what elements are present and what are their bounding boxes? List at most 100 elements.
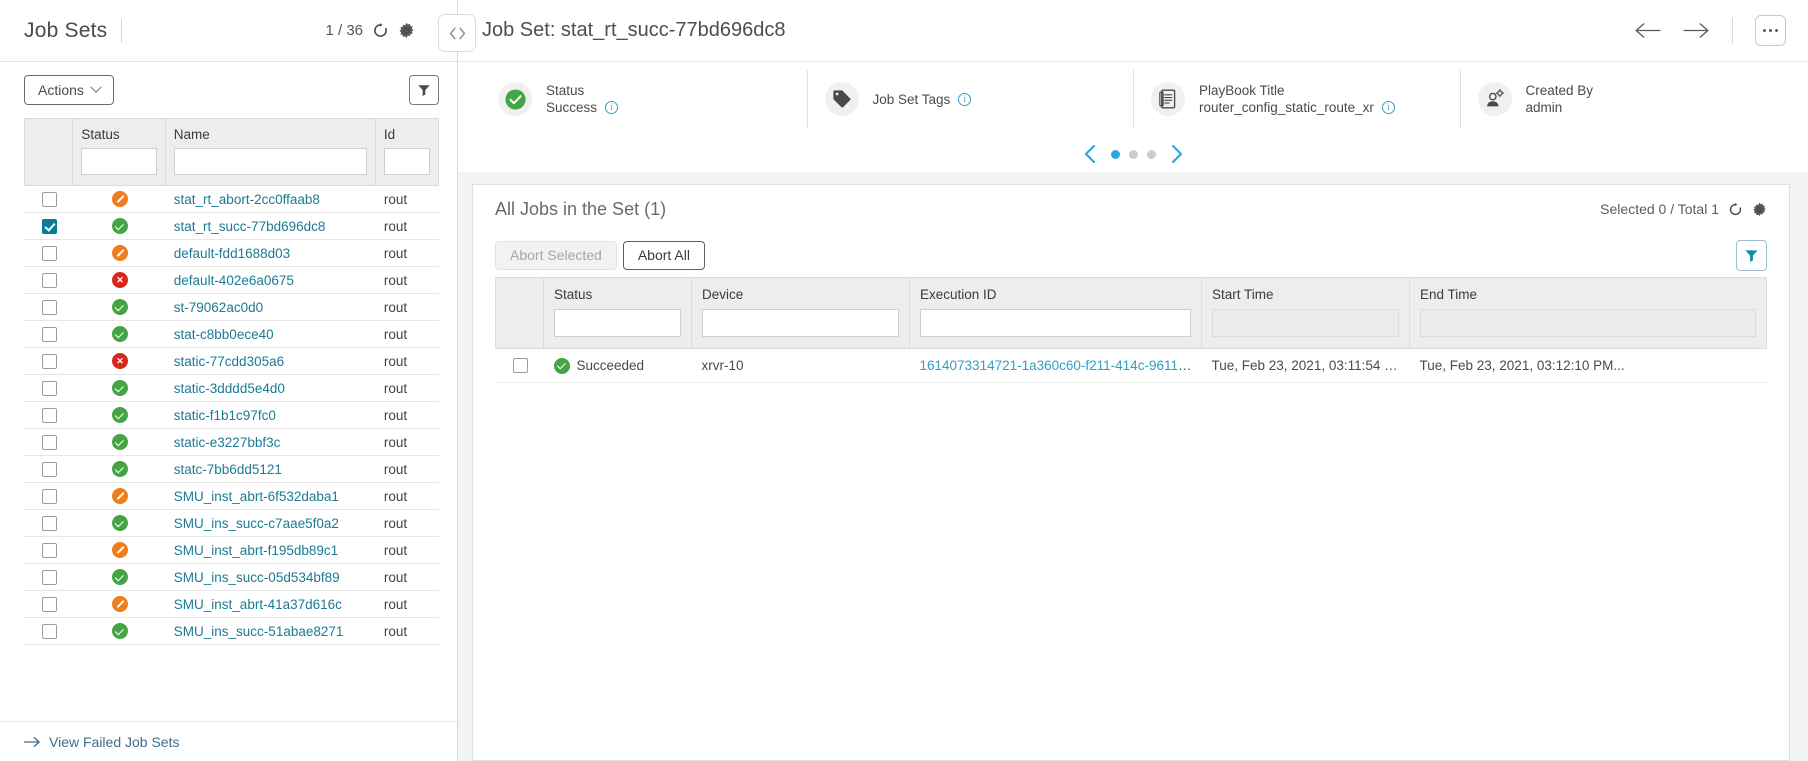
job-set-link[interactable]: SMU_ins_succ-05d534bf89 [174,570,340,585]
row-checkbox-cell[interactable] [23,185,73,213]
view-failed-job-sets-link[interactable]: View Failed Job Sets [49,734,179,750]
gear-icon[interactable] [398,22,415,39]
table-row[interactable]: SMU_ins_succ-c7aae5f0a2 rout [23,509,439,537]
table-row[interactable]: statc-7bb6dd5121 rout [23,455,439,483]
arrow-right-icon[interactable] [1683,22,1710,39]
row-name-cell[interactable]: static-3dddd5e4d0 [164,374,376,402]
row-checkbox[interactable] [42,434,58,450]
row-checkbox[interactable] [42,596,58,612]
table-row[interactable]: st-79062ac0d0 rout [23,293,439,321]
more-options-icon[interactable] [1755,15,1786,46]
job-row-checkbox[interactable] [513,358,528,374]
table-row[interactable]: default-402e6a0675 rout [23,266,439,294]
execution-id-link[interactable]: 1614073314721-1a360c60-f211-414c-9611-6f [920,358,1194,373]
job-set-link[interactable]: SMU_inst_abrt-41a37d616c [174,597,342,612]
row-checkbox-cell[interactable] [23,293,73,321]
row-name-cell[interactable]: stat-c8bb0ece40 [164,320,376,348]
collapse-panel-icon[interactable] [438,14,476,52]
row-checkbox-cell[interactable] [23,320,73,348]
jobs-end-time-filter-input[interactable] [1420,309,1756,337]
row-checkbox[interactable] [42,569,58,585]
job-set-link[interactable]: static-f1b1c97fc0 [174,408,276,423]
table-row[interactable]: static-e3227bbf3c rout [23,428,439,456]
arrow-left-icon[interactable] [1634,22,1661,39]
row-checkbox[interactable] [42,488,58,504]
job-set-link[interactable]: static-77cdd305a6 [174,354,284,369]
table-row[interactable]: SMU_inst_abrt-41a37d616c rout [23,590,439,618]
row-checkbox[interactable] [42,299,58,315]
row-checkbox-cell[interactable] [23,455,73,483]
row-checkbox[interactable] [42,542,58,558]
row-checkbox-cell[interactable] [23,563,73,591]
row-name-cell[interactable]: static-e3227bbf3c [164,428,376,456]
row-checkbox-cell[interactable] [23,374,73,402]
job-sets-filter-button[interactable] [409,75,439,105]
jobs-filter-button[interactable] [1736,239,1767,271]
row-checkbox-cell[interactable] [23,590,73,618]
jobs-device-filter-input[interactable] [702,309,899,337]
table-row[interactable]: static-77cdd305a6 rout [23,347,439,375]
row-name-cell[interactable]: SMU_ins_succ-c7aae5f0a2 [164,509,376,537]
row-name-cell[interactable]: default-402e6a0675 [164,266,376,294]
table-row[interactable]: default-fdd1688d03 rout [23,239,439,267]
row-checkbox-cell[interactable] [23,347,73,375]
job-set-link[interactable]: statc-7bb6dd5121 [174,462,282,477]
row-name-cell[interactable]: default-fdd1688d03 [164,239,376,267]
row-checkbox[interactable] [42,623,58,639]
jobs-status-filter-input[interactable] [554,309,681,337]
job-set-link[interactable]: static-3dddd5e4d0 [174,381,285,396]
row-name-cell[interactable]: static-f1b1c97fc0 [164,401,376,429]
table-row[interactable]: stat_rt_succ-77bd696dc8 rout [23,212,439,240]
row-checkbox[interactable] [42,218,58,234]
job-set-link[interactable]: SMU_ins_succ-51abae8271 [174,624,344,639]
abort-selected-button[interactable]: Abort Selected [495,240,617,270]
row-checkbox[interactable] [42,245,58,261]
row-checkbox[interactable] [42,380,58,396]
abort-all-button[interactable]: Abort All [622,240,705,270]
row-checkbox-cell[interactable] [23,401,73,429]
info-icon[interactable]: i [605,101,619,114]
refresh-icon[interactable] [372,22,389,39]
carousel-dot[interactable] [1146,149,1156,159]
job-sets-status-filter-input[interactable] [81,148,157,175]
jobs-start-time-filter-input[interactable] [1212,309,1399,337]
table-row[interactable]: static-f1b1c97fc0 rout [23,401,439,429]
row-name-cell[interactable]: statc-7bb6dd5121 [164,455,376,483]
job-set-link[interactable]: static-e3227bbf3c [174,435,281,450]
row-checkbox-cell[interactable] [23,509,73,537]
job-set-link[interactable]: stat-c8bb0ece40 [174,327,274,342]
row-name-cell[interactable]: st-79062ac0d0 [164,293,376,321]
table-row[interactable]: SMU_ins_succ-05d534bf89 rout [23,563,439,591]
table-row[interactable]: SMU_inst_abrt-f195db89c1 rout [23,536,439,564]
job-sets-id-filter-input[interactable] [383,148,430,175]
row-name-cell[interactable]: stat_rt_abort-2cc0ffaab8 [164,185,376,213]
actions-button[interactable]: Actions [24,75,114,105]
job-set-link[interactable]: default-fdd1688d03 [174,246,290,261]
row-checkbox-cell[interactable] [23,212,73,240]
table-row[interactable]: stat-c8bb0ece40 rout [23,320,439,348]
job-set-link[interactable]: stat_rt_abort-2cc0ffaab8 [174,192,320,207]
row-name-cell[interactable]: SMU_inst_abrt-6f532daba1 [164,482,376,510]
info-icon[interactable]: i [1381,101,1395,114]
row-checkbox-cell[interactable] [23,239,73,267]
job-set-link[interactable]: default-402e6a0675 [174,273,294,288]
job-row-checkbox-cell[interactable] [495,348,544,383]
row-checkbox-cell[interactable] [23,536,73,564]
table-row[interactable]: stat_rt_abort-2cc0ffaab8 rout [23,185,439,213]
info-icon[interactable]: i [958,92,972,106]
row-name-cell[interactable]: SMU_inst_abrt-41a37d616c [164,590,376,618]
row-name-cell[interactable]: static-77cdd305a6 [164,347,376,375]
row-name-cell[interactable]: SMU_ins_succ-51abae8271 [164,617,376,645]
row-name-cell[interactable]: SMU_inst_abrt-f195db89c1 [164,536,376,564]
row-checkbox[interactable] [42,353,58,369]
job-set-link[interactable]: SMU_inst_abrt-6f532daba1 [174,489,339,504]
gear-icon[interactable] [1752,202,1767,217]
carousel-dot[interactable] [1110,149,1120,159]
carousel-dot[interactable] [1128,149,1138,159]
refresh-icon[interactable] [1728,202,1743,217]
chevron-right-icon[interactable] [1169,144,1185,164]
row-name-cell[interactable]: SMU_ins_succ-05d534bf89 [164,563,376,591]
row-checkbox[interactable] [42,461,58,477]
row-checkbox-cell[interactable] [23,482,73,510]
table-row[interactable]: SMU_inst_abrt-6f532daba1 rout [23,482,439,510]
